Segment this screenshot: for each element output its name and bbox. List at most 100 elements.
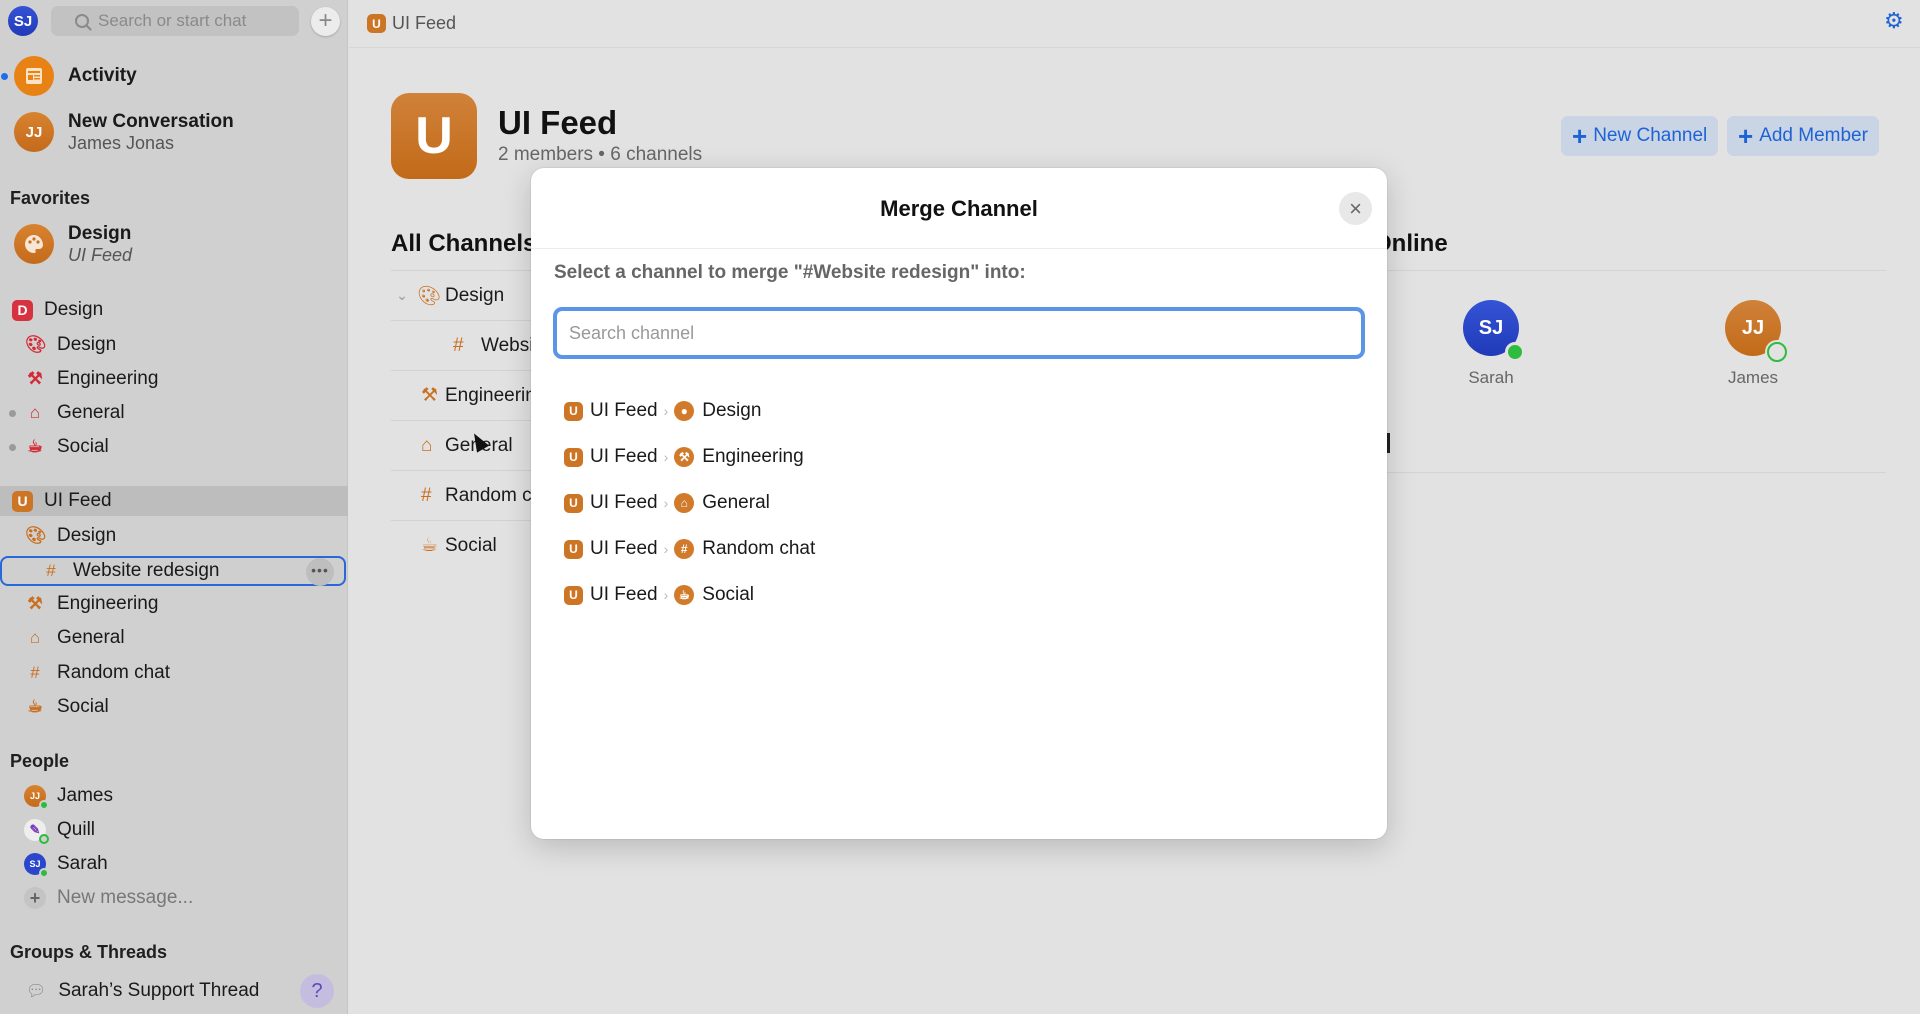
favorite-item-design[interactable]: Design UI Feed — [0, 220, 348, 268]
workspace-badge: D — [12, 299, 33, 321]
sidebar-search-input[interactable]: Search or start chat — [51, 6, 299, 36]
thread-item[interactable]: 💬︎ Sarah’s Support Thread ? — [0, 974, 348, 1008]
destination-option-engineering[interactable]: U UI Feed › ⚒︎ Engineering — [564, 434, 815, 480]
workspace-design[interactable]: D Design — [0, 298, 348, 322]
merge-channel-dialog: Merge Channel × Select a channel to merg… — [531, 168, 1387, 839]
workspace-badge: U — [564, 539, 583, 559]
channel-label: Social — [57, 436, 109, 457]
hammer-icon: ⚒︎ — [27, 594, 43, 613]
channel-label: General — [57, 402, 125, 423]
sidebar-channel-engineering[interactable]: ⚒︎ Engineering — [0, 367, 348, 391]
new-message-label: New message... — [57, 887, 194, 908]
newspaper-icon — [14, 56, 54, 96]
plus-icon: + — [318, 7, 333, 34]
unread-dot — [9, 410, 16, 417]
cup-icon: ☕︎ — [674, 585, 695, 605]
person-sarah[interactable]: SJ Sarah — [0, 852, 348, 878]
destination-option-random-chat[interactable]: U UI Feed › # Random chat — [564, 526, 815, 572]
workspace-ui-feed[interactable]: U UI Feed — [0, 486, 348, 516]
divider — [531, 248, 1387, 249]
chevron-right-icon: › — [663, 449, 669, 465]
conversation-subtitle: James Jonas — [68, 132, 175, 153]
workspace-name: UI Feed — [590, 400, 658, 421]
workspace-badge: U — [564, 401, 583, 421]
unread-dot — [1, 73, 8, 80]
channel-label: Engineering — [57, 368, 159, 389]
sidebar-channel-social[interactable]: ☕︎ Social — [0, 435, 348, 459]
workspace-name: UI Feed — [590, 492, 658, 513]
online-status-icon — [39, 868, 49, 878]
sidebar-channel-general[interactable]: ⌂ General — [0, 626, 348, 650]
channel-label: Design — [57, 525, 117, 546]
house-icon: ⌂ — [29, 628, 41, 647]
person-quill[interactable]: ✎ Quill — [0, 818, 348, 844]
sidebar-channel-social[interactable]: ☕︎ Social — [0, 695, 348, 719]
palette-icon: ● — [674, 401, 695, 421]
unread-dot — [9, 444, 16, 451]
destination-option-social[interactable]: U UI Feed › ☕︎ Social — [564, 572, 815, 618]
search-channel-input[interactable] — [553, 307, 1365, 359]
sidebar-channel-design[interactable]: 🎨︎ Design — [0, 333, 348, 357]
search-placeholder: Search or start chat — [98, 11, 247, 30]
cup-icon: ☕︎ — [27, 437, 43, 456]
workspace-badge: U — [564, 447, 583, 467]
favorites-heading: Favorites — [10, 188, 91, 208]
workspace-name: UI Feed — [590, 538, 658, 559]
avatar: JJ — [14, 112, 54, 152]
hammer-icon: ⚒︎ — [27, 369, 43, 388]
away-status-icon — [39, 834, 49, 844]
help-button[interactable]: ? — [300, 974, 334, 1008]
search-icon — [75, 14, 89, 28]
person-name: Sarah — [57, 853, 108, 874]
channel-label: Design — [57, 334, 117, 355]
channel-name: Social — [702, 584, 755, 605]
destination-option-design[interactable]: U UI Feed › ● Design — [564, 388, 815, 434]
quill-icon: ✎ — [24, 819, 49, 844]
favorite-subtitle: UI Feed — [68, 244, 133, 265]
chevron-right-icon: › — [663, 403, 669, 419]
person-james[interactable]: JJ James — [0, 784, 348, 810]
workspace-name: UI Feed — [44, 490, 112, 511]
chevron-right-icon: › — [663, 495, 669, 511]
channel-name: Engineering — [702, 446, 804, 467]
destination-option-general[interactable]: U UI Feed › ⌂ General — [564, 480, 815, 526]
chevron-right-icon: › — [663, 587, 669, 603]
person-name: James — [57, 785, 113, 806]
modal-title: Merge Channel — [880, 196, 1038, 221]
hash-icon: # — [674, 539, 695, 559]
sidebar-channel-design[interactable]: 🎨︎ Design — [0, 524, 348, 548]
channel-name: General — [702, 492, 770, 513]
people-heading: People — [10, 751, 70, 771]
cup-icon: ☕︎ — [27, 697, 43, 716]
thread-name: Sarah’s Support Thread — [58, 980, 260, 1001]
sidebar-item-activity[interactable]: Activity — [0, 56, 348, 96]
sidebar: SJ Search or start chat + Activity JJ Ne… — [0, 0, 348, 1014]
my-avatar[interactable]: SJ — [8, 6, 38, 36]
new-chat-button[interactable]: + — [311, 7, 340, 36]
workspace-name: UI Feed — [590, 446, 658, 467]
sidebar-channel-website-redesign[interactable]: # Website redesign ••• — [0, 556, 346, 586]
avatar: SJ — [24, 853, 49, 878]
sidebar-item-new-conversation[interactable]: JJ New Conversation James Jonas — [0, 108, 348, 156]
sidebar-channel-random-chat[interactable]: # Random chat — [0, 661, 348, 685]
close-button[interactable]: × — [1339, 192, 1372, 225]
sidebar-channel-general[interactable]: ⌂ General — [0, 401, 348, 425]
new-message-button[interactable]: + New message... — [0, 886, 348, 910]
hash-icon: # — [30, 663, 40, 682]
workspace-name: UI Feed — [590, 584, 658, 605]
channel-name: Random chat — [702, 538, 816, 559]
online-status-icon — [39, 800, 49, 810]
conversation-title: New Conversation — [68, 110, 234, 132]
channel-name: Design — [702, 400, 762, 421]
more-options-button[interactable]: ••• — [306, 558, 334, 586]
hash-icon: # — [46, 561, 56, 580]
workspace-badge: U — [564, 493, 583, 513]
hammer-icon: ⚒︎ — [674, 447, 695, 467]
channel-label: Engineering — [57, 593, 159, 614]
channel-label: Social — [57, 696, 109, 717]
palette-icon — [14, 224, 54, 264]
channel-label: Website redesign — [73, 560, 220, 581]
house-icon: ⌂ — [674, 493, 695, 513]
sidebar-channel-engineering[interactable]: ⚒︎ Engineering — [0, 592, 348, 616]
destination-list: U UI Feed › ● Design U UI Feed › ⚒︎ Engi… — [564, 388, 815, 618]
